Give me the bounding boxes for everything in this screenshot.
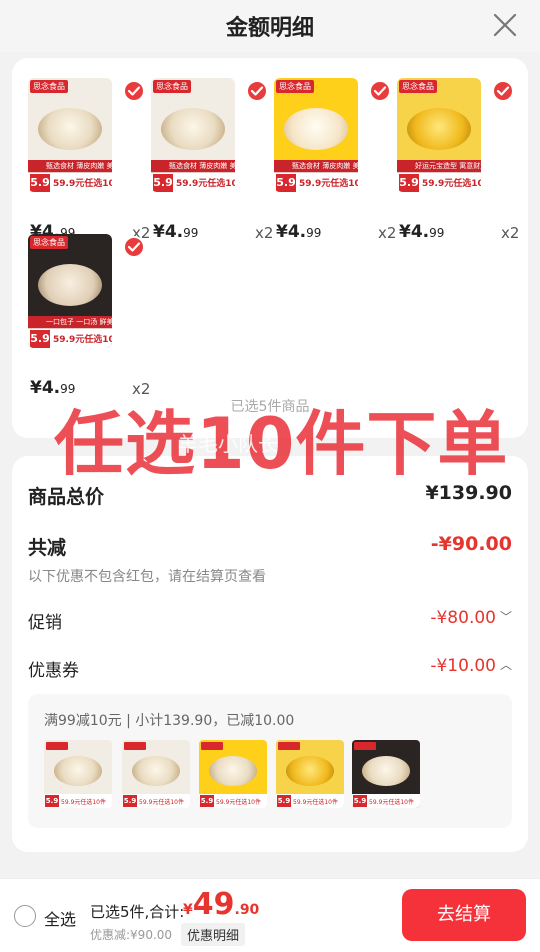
product-tagline: 甄选食材 薄皮肉嫩 美味易煮 (151, 160, 235, 172)
coupon-detail-text: 满99减10元 | 小计139.90，已减10.00 (44, 713, 295, 729)
dumpling-bowl-image (38, 108, 102, 150)
product-image[interactable]: 思念食品 甄选食材 薄皮肉嫩 美味易煮 5.9 59.9元任选10件 (274, 78, 358, 192)
discount-label: 共减 (28, 537, 67, 559)
product-quantity: x2 (255, 224, 274, 242)
chevron-up-icon: ︿ (499, 658, 512, 672)
selected-products-card: 思念食品 甄选食材 薄皮肉嫩 美味易煮 5.9 59.9元任选10件 ¥4.99… (12, 58, 528, 438)
price-summary-card: 商品总价 ¥139.90 共减 -¥90.00 以下优惠不包含红包，请在结算页查… (12, 456, 528, 852)
total-price-row: 商品总价 ¥139.90 (28, 482, 512, 508)
promo-price: 5.9 (153, 174, 173, 192)
product-image[interactable]: 思念食品 甄选食材 薄皮肉嫩 美味易煮 5.9 59.9元任选10件 (28, 78, 112, 192)
promo-text: 59.9元任选10件 (53, 335, 112, 345)
checked-icon[interactable] (123, 236, 145, 258)
promo-price: 5.9 (30, 174, 50, 192)
watermark-text: 羊毛小队长 (178, 432, 278, 456)
product-price: ¥4.99 (399, 222, 445, 242)
discount-detail-button[interactable]: 优惠明细 (181, 923, 246, 946)
discount-row: 共减 -¥90.00 (28, 533, 512, 559)
product-tagline: 好运元宝造型 寓意财运滚滚 (397, 160, 481, 172)
checkout-button[interactable]: 去结算 (402, 889, 526, 941)
product-tagline: 甄选食材 薄皮肉嫩 美味易煮 (28, 160, 112, 172)
coupon-detail-box: 满99减10元 | 小计139.90，已减10.00 5.9 59.9元任选10件… (28, 694, 512, 828)
promo-price: 5.9 (276, 174, 296, 192)
discount-value: -¥90.00 (430, 533, 512, 555)
coupon-product-thumb: 5.9 59.9元任选10件 (352, 740, 420, 808)
promo-strip: 5.9 59.9元任选10件 (397, 172, 481, 192)
promotion-value[interactable]: -¥80.00 ﹀ (430, 608, 512, 628)
product-quantity: x2 (378, 224, 397, 242)
promo-price: 5.9 (399, 174, 419, 192)
brand-label: 思念食品 (30, 236, 68, 249)
coupon-product-thumb: 5.9 59.9元任选10件 (122, 740, 190, 808)
total-price-label: 商品总价 (28, 486, 105, 508)
discount-note: 以下优惠不包含红包，请在结算页查看 (28, 569, 266, 585)
chevron-down-icon: ﹀ (499, 610, 512, 624)
promo-price: 5.9 (30, 330, 50, 348)
brand-label: 思念食品 (153, 80, 191, 93)
total-amount: ¥49.90 (183, 887, 260, 922)
product-quantity: x2 (501, 224, 520, 242)
promo-strip: 5.9 59.9元任选10件 (28, 328, 112, 348)
select-all-radio[interactable] (14, 905, 36, 927)
select-all-label[interactable]: 全选 (44, 906, 76, 930)
brand-label: 思念食品 (30, 80, 68, 93)
promo-strip: 5.9 59.9元任选10件 (274, 172, 358, 192)
selected-info: 已选5件,合计: (90, 903, 185, 921)
promo-text: 59.9元任选10件 (422, 179, 481, 189)
dumpling-bowl-image (38, 264, 102, 306)
product-tagline: 甄选食材 薄皮肉嫩 美味易煮 (274, 160, 358, 172)
promo-text: 59.9元任选10件 (299, 179, 358, 189)
page-title: 金额明细 (225, 16, 314, 41)
product-price: ¥4.99 (276, 222, 322, 242)
product-image[interactable]: 思念食品 甄选食材 薄皮肉嫩 美味易煮 5.9 59.9元任选10件 (151, 78, 235, 192)
checked-icon[interactable] (123, 80, 145, 102)
coupon-product-thumb: 5.9 59.9元任选10件 (44, 740, 112, 808)
coupon-product-thumb: 5.9 59.9元任选10件 (199, 740, 267, 808)
coupon-row[interactable]: 优惠券 -¥10.00 ︿ (28, 656, 512, 681)
close-icon[interactable] (490, 10, 520, 40)
promo-strip: 5.9 59.9元任选10件 (28, 172, 112, 192)
checked-icon[interactable] (492, 80, 514, 102)
discount-info: 优惠减:¥90.00 (90, 928, 173, 942)
promo-text: 59.9元任选10件 (176, 179, 235, 189)
product-tagline: 一口包子 一口汤 鲜美滋汁 (28, 316, 112, 328)
product-image[interactable]: 思念食品 一口包子 一口汤 鲜美滋汁 5.9 59.9元任选10件 (28, 234, 112, 348)
brand-label: 思念食品 (399, 80, 437, 93)
coupon-value[interactable]: -¥10.00 ︿ (430, 656, 512, 676)
header: 金额明细 (0, 0, 540, 52)
checkout-bar: 全选 已选5件,合计: ¥49.90 优惠减:¥90.00 优惠明细 去结算 (0, 878, 540, 952)
dumpling-bowl-image (407, 108, 471, 150)
promo-strip: 5.9 59.9元任选10件 (151, 172, 235, 192)
selected-count-text: 已选5件商品 (230, 399, 310, 415)
brand-label: 思念食品 (276, 80, 314, 93)
coupon-product-thumb: 5.9 59.9元任选10件 (276, 740, 344, 808)
product-price: ¥4.99 (30, 378, 76, 398)
checked-icon[interactable] (246, 80, 268, 102)
promotion-row[interactable]: 促销 -¥80.00 ﹀ (28, 608, 512, 633)
dumpling-bowl-image (161, 108, 225, 150)
dumpling-bowl-image (284, 108, 348, 150)
promotion-label: 促销 (28, 613, 62, 633)
coupon-label: 优惠券 (28, 661, 79, 681)
promo-text: 59.9元任选10件 (53, 179, 112, 189)
product-image[interactable]: 思念食品 好运元宝造型 寓意财运滚滚 5.9 59.9元任选10件 (397, 78, 481, 192)
product-price: ¥4.99 (153, 222, 199, 242)
total-price-value: ¥139.90 (425, 482, 512, 504)
checked-icon[interactable] (369, 80, 391, 102)
